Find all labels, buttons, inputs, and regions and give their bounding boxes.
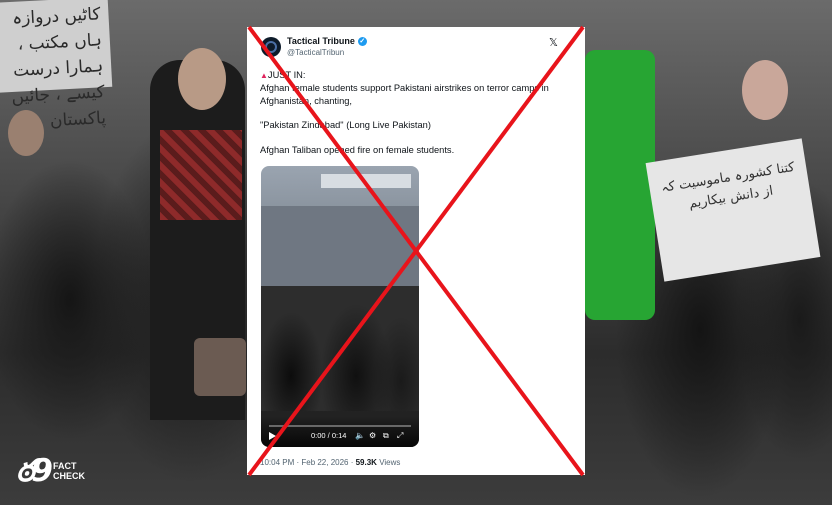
logo-text-line2: CHECK <box>52 471 85 481</box>
video-crowd <box>261 286 419 411</box>
red-triangle-icon: ▲ <box>260 71 268 80</box>
video-controls: 0:00 / 0:14 🔈 ⚙ ⧉ ⤢ <box>261 417 419 447</box>
video-time: 0:00 / 0:14 <box>311 431 347 440</box>
pip-icon[interactable]: ⧉ <box>383 431 389 441</box>
verified-badge-icon: ✓ <box>357 36 367 46</box>
fact-check-logo: ఠ9 FACT CHECK <box>16 454 85 488</box>
views-label: Views <box>376 458 401 467</box>
protest-sign-right: کتنا کشورہ ماموسیت کہ از دانش بیکاریم <box>645 138 821 282</box>
logo-text-line1: FACT <box>52 461 77 471</box>
x-logo-icon[interactable]: 𝕏 <box>549 37 561 49</box>
video-progress-bar[interactable] <box>269 425 411 427</box>
avatar-logo-icon <box>265 41 277 53</box>
author-handle[interactable]: @TacticalTribun <box>287 48 344 57</box>
tweet-line-2: Afghan female students support Pakistani… <box>260 83 549 106</box>
volume-icon[interactable]: 🔈 <box>355 431 365 441</box>
logo-text: FACT CHECK <box>53 461 85 481</box>
views-count: 59.3K <box>355 458 377 467</box>
embroidered-vest <box>160 130 242 220</box>
tweet-line-3: "Pakistan Zindabad" (Long Live Pakistan) <box>260 120 431 131</box>
play-icon[interactable] <box>269 432 276 440</box>
avatar[interactable] <box>261 37 281 57</box>
tweet-line-1: ▲JUST IN: <box>260 69 578 82</box>
woman-right-face <box>742 60 788 120</box>
tweet-card: Tactical Tribune ✓ @TacticalTribun 𝕏 ▲JU… <box>247 27 585 475</box>
tweet-meta: 10:04 PM · Feb 22, 2026 · 59.3K Views <box>260 458 400 467</box>
tweet-line-4: Afghan Taliban opened fire on female stu… <box>260 144 455 155</box>
tweet-timestamp[interactable]: 10:04 PM · Feb 22, 2026 · <box>260 458 356 467</box>
tweet-text: ▲JUST IN: Afghan female students support… <box>260 69 578 156</box>
protest-sign-left: کاٹیں دروازہ ہاں مکتب ، ہمارا درست کیسے … <box>0 0 113 131</box>
green-clothing <box>585 50 655 320</box>
protest-sign-right-text: کتنا کشورہ ماموسیت کہ از دانش بیکاریم <box>660 159 796 212</box>
video-sign <box>321 174 411 188</box>
woman-left-face <box>178 48 226 110</box>
author-name-row[interactable]: Tactical Tribune ✓ <box>287 36 367 46</box>
woman-far-left-face <box>8 110 44 156</box>
video-building <box>261 206 419 286</box>
fullscreen-icon[interactable]: ⤢ <box>397 431 403 441</box>
settings-gear-icon[interactable]: ⚙ <box>369 431 376 441</box>
author-name[interactable]: Tactical Tribune <box>287 36 355 46</box>
handbag <box>194 338 246 396</box>
logo-mark: ఠ9 <box>16 453 53 489</box>
tweet-line-1-text: JUST IN: <box>267 70 306 80</box>
tweet-video[interactable]: 0:00 / 0:14 🔈 ⚙ ⧉ ⤢ <box>261 166 419 447</box>
